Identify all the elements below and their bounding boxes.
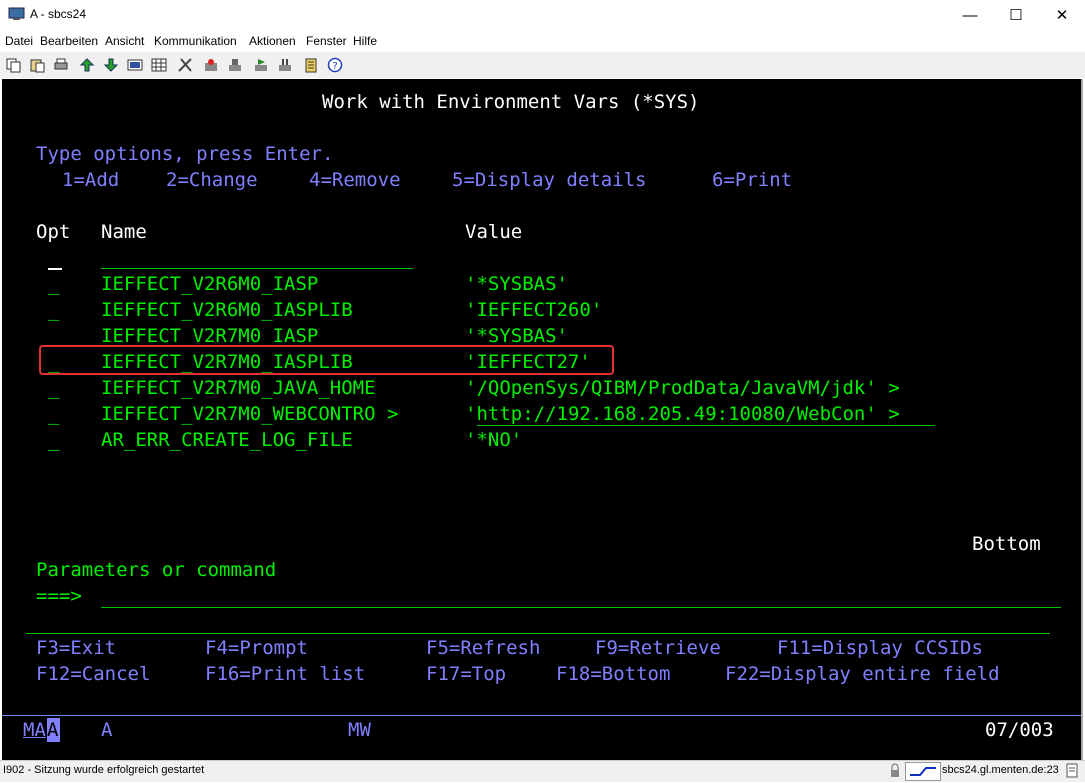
row-name: IEFFECT_V2R7M0_JAVA_HOME: [101, 377, 376, 399]
pause-icon[interactable]: [276, 56, 294, 74]
header-name: Name: [101, 221, 147, 243]
row-value: 'IEFFECT27': [465, 351, 591, 373]
fkey-f11[interactable]: F11=Display CCSIDs: [777, 636, 983, 660]
send-file-icon[interactable]: [78, 56, 96, 74]
minimize-button[interactable]: —: [947, 0, 993, 30]
oia-ma: MA: [23, 719, 46, 741]
oia-cursor: A: [47, 718, 60, 742]
receive-file-icon[interactable]: [102, 56, 120, 74]
terminal-screen[interactable]: Work with Environment Vars (*SYS) Type o…: [2, 79, 1083, 760]
command-input[interactable]: [101, 607, 1061, 608]
menu-kommunikation[interactable]: Kommunikation: [154, 34, 237, 48]
menu-hilfe[interactable]: Hilfe: [353, 34, 377, 48]
fkey-f9[interactable]: F9=Retrieve: [595, 636, 721, 660]
help-icon[interactable]: ?: [326, 56, 344, 74]
connection-icon: [905, 762, 941, 781]
fkey-f12[interactable]: F12=Cancel: [36, 662, 150, 686]
fkey-f18[interactable]: F18=Bottom: [556, 662, 670, 686]
menu-datei[interactable]: Datei: [5, 34, 33, 48]
header-opt: Opt: [36, 221, 71, 243]
row-name: IEFFECT_V2R6M0_IASPLIB: [101, 299, 353, 321]
params-label: Parameters or command: [36, 559, 277, 581]
row-value: '*NO': [465, 429, 523, 451]
menu-ansicht[interactable]: Ansicht: [105, 34, 144, 48]
option-print: 6=Print: [712, 169, 793, 191]
row-name: IEFFECT_V2R7M0_IASPLIB: [101, 351, 353, 373]
menu-aktionen[interactable]: Aktionen: [249, 34, 296, 48]
option-change: 2=Change: [166, 169, 258, 191]
screen-title: Work with Environment Vars (*SYS): [322, 91, 700, 113]
header-value: Value: [465, 221, 523, 243]
record-icon[interactable]: [202, 56, 220, 74]
row-name: IEFFECT_V2R6M0_IASP: [101, 273, 319, 295]
instructions: Type options, press Enter.: [36, 143, 334, 165]
fkey-f16[interactable]: F16=Print list: [205, 662, 365, 686]
menu-bar: Datei Bearbeiten Ansicht Kommunikation A…: [0, 31, 1085, 51]
display-icon[interactable]: [126, 56, 144, 74]
option-add: 1=Add: [62, 169, 120, 191]
fkey-f3[interactable]: F3=Exit: [36, 636, 116, 660]
copy-icon[interactable]: [4, 56, 22, 74]
row-value[interactable]: '/QOpenSys/QIBM/ProdData/JavaVM/jdk' >: [465, 376, 900, 400]
option-remove: 4=Remove: [309, 169, 401, 191]
terminal-app-icon: [8, 7, 25, 21]
row-value: '*SYSBAS': [465, 273, 568, 295]
fkey-f5[interactable]: F5=Refresh: [426, 636, 540, 660]
command-prompt: ===>: [36, 585, 82, 607]
fkey-f22[interactable]: F22=Display entire field: [725, 662, 1000, 686]
opt-input[interactable]: _: [48, 272, 59, 296]
cursor-position: 07/003: [985, 719, 1054, 741]
notes-icon[interactable]: [302, 56, 320, 74]
row-name: AR_ERR_CREATE_LOG_FILE: [101, 429, 353, 451]
lock-icon: [888, 763, 902, 779]
menu-fenster[interactable]: Fenster: [306, 34, 347, 48]
status-bar: I902 - Sitzung wurde erfolgreich gestart…: [0, 760, 1085, 782]
stop-icon[interactable]: [226, 56, 244, 74]
fkey-f17[interactable]: F17=Top: [426, 662, 506, 686]
value-field-underline: [477, 425, 935, 426]
play-icon[interactable]: [252, 56, 270, 74]
option-display-details: 5=Display details: [452, 169, 647, 191]
oia-separator: [2, 715, 1081, 716]
paste-icon[interactable]: [28, 56, 46, 74]
opt-input[interactable]: _: [48, 376, 59, 400]
toolbar: ?: [0, 52, 1085, 78]
maximize-button[interactable]: ☐: [993, 0, 1039, 30]
row-name: IEFFECT_V2R7M0_WEBCONTRO >: [101, 403, 399, 425]
opt-input[interactable]: _: [48, 350, 59, 374]
separator-line: [26, 633, 1050, 634]
opt-input[interactable]: _: [48, 402, 59, 426]
opt-input[interactable]: _: [48, 298, 59, 322]
position-to-name-field[interactable]: [101, 268, 413, 269]
row-value: 'IEFFECT260': [465, 299, 603, 321]
keypad-icon[interactable]: [150, 56, 168, 74]
status-message: I902 - Sitzung wurde erfolgreich gestart…: [3, 764, 205, 776]
macro-icon[interactable]: [176, 56, 194, 74]
svg-text:?: ?: [332, 61, 337, 72]
host-address: sbcs24.gl.menten.de:23: [942, 764, 1059, 776]
cursor-position-field[interactable]: [48, 268, 62, 270]
row-value[interactable]: 'http://192.168.205.49:10080/WebCon' >: [465, 402, 900, 426]
opt-input[interactable]: _: [48, 428, 59, 452]
menu-bearbeiten[interactable]: Bearbeiten: [40, 34, 98, 48]
window-title: A - sbcs24: [30, 7, 87, 21]
title-bar: A - sbcs24 — ☐ ✕: [0, 0, 1085, 30]
document-icon: [1064, 763, 1080, 779]
fkey-f4[interactable]: F4=Prompt: [205, 636, 308, 660]
close-button[interactable]: ✕: [1039, 0, 1085, 30]
oia-session: A: [101, 719, 113, 741]
print-icon[interactable]: [52, 56, 70, 74]
bottom-indicator: Bottom: [972, 533, 1041, 555]
oia-mw: MW: [348, 719, 371, 741]
